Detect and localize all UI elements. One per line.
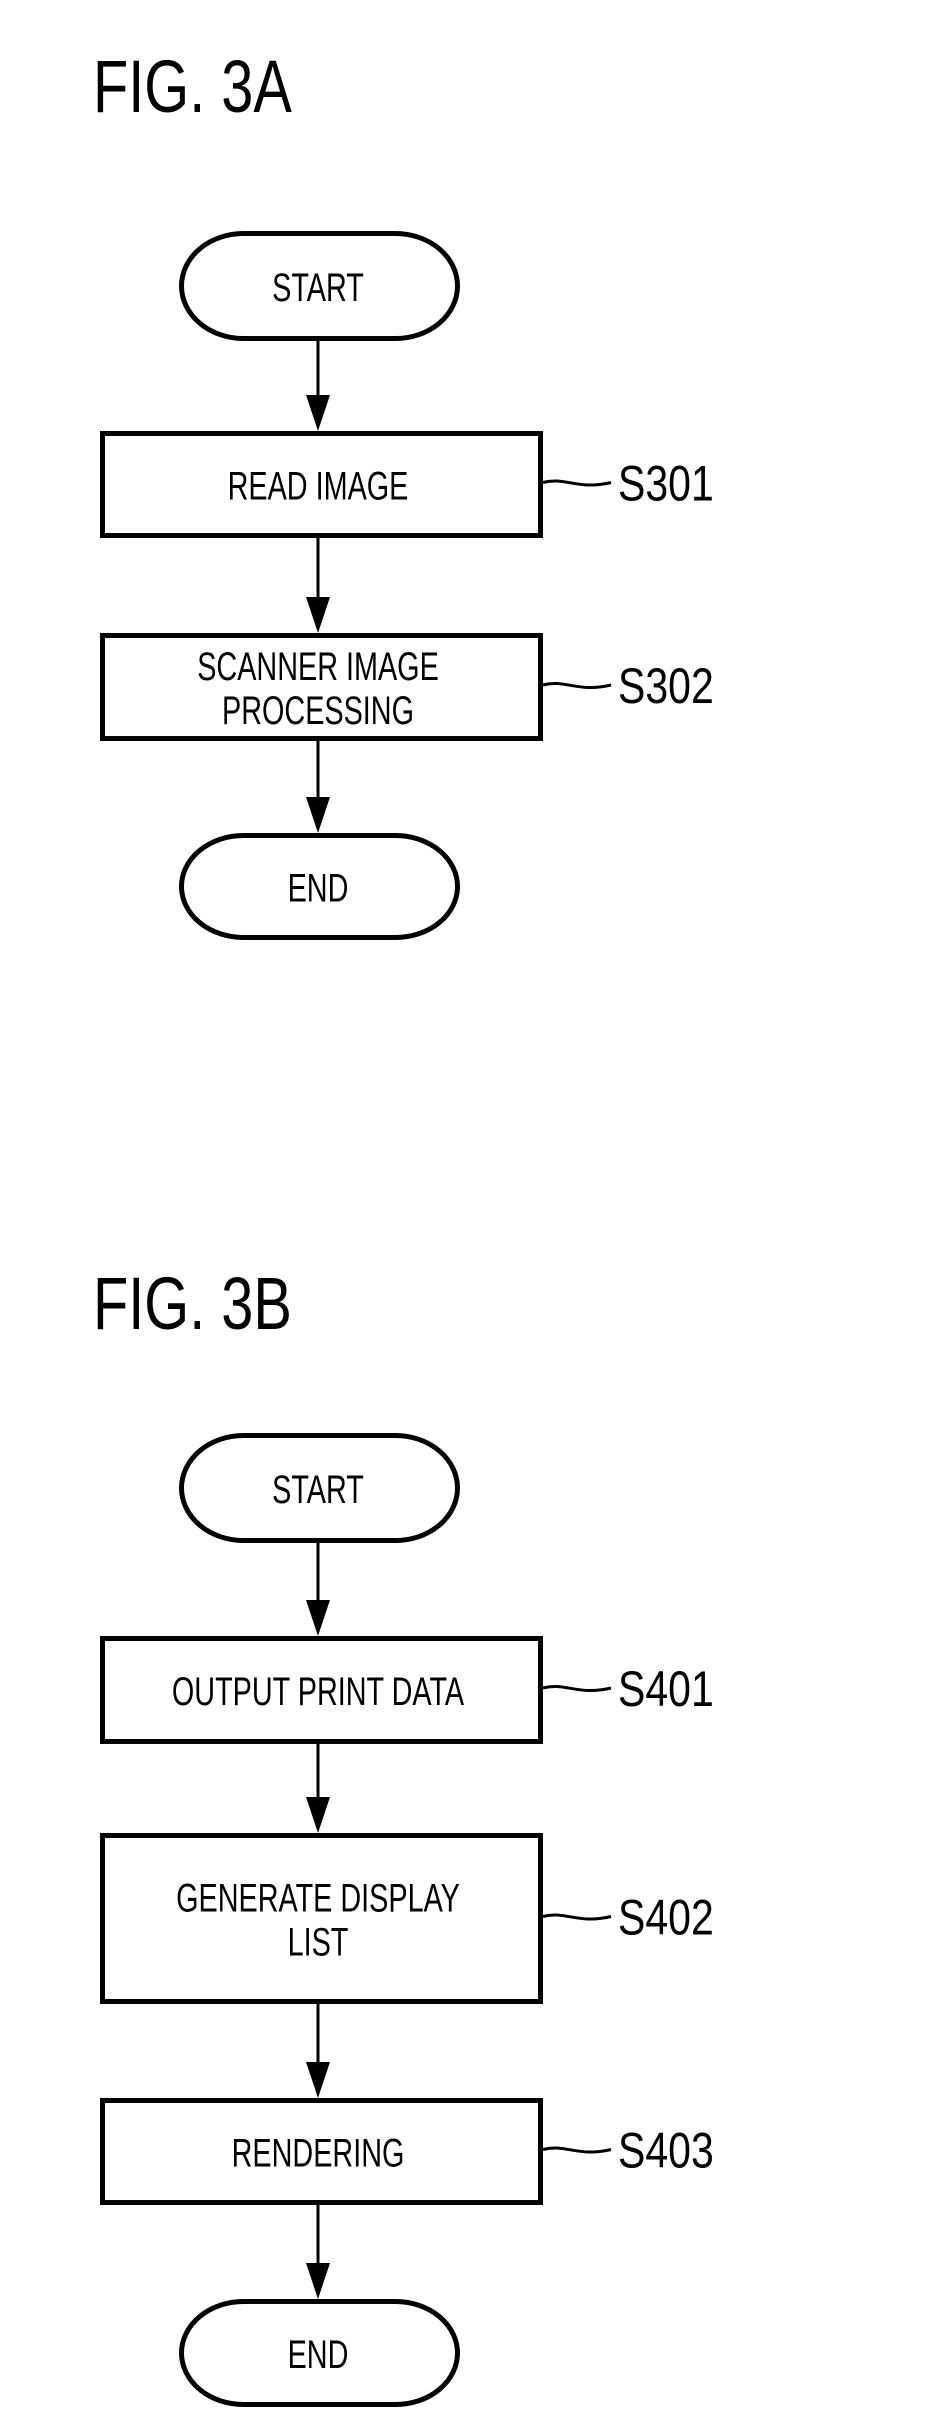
- node-label: RENDERING: [232, 2131, 405, 2176]
- arrowhead-icon: [306, 2062, 330, 2098]
- arrowhead-icon: [306, 597, 330, 633]
- node-label: START: [272, 1467, 364, 1512]
- step-label: S401: [618, 1661, 714, 1717]
- arrowhead-icon: [306, 1600, 330, 1636]
- figure-title: FIG. 3B: [93, 1263, 292, 1346]
- node-label: GENERATE DISPLAY: [176, 1876, 460, 1921]
- node-label: END: [288, 866, 349, 911]
- node-label: LIST: [288, 1920, 349, 1965]
- node-label: READ IMAGE: [228, 464, 409, 509]
- node-label: OUTPUT PRINT DATA: [172, 1669, 465, 1714]
- node-label: PROCESSING: [222, 688, 414, 733]
- step-label: S402: [618, 1890, 714, 1946]
- step-label: S403: [618, 2123, 714, 2179]
- node-label: END: [288, 2332, 349, 2377]
- arrowhead-icon: [306, 2263, 330, 2299]
- arrowhead-icon: [306, 1797, 330, 1833]
- arrowhead-icon: [306, 797, 330, 833]
- figure-3b: FIG. 3B START OUTPUT PRINT DATA S401 GENERAT…: [93, 1263, 714, 2407]
- step-leader-line: [542, 1913, 612, 1921]
- step-leader-line: [542, 2146, 612, 2154]
- node-label: START: [272, 265, 364, 310]
- step-leader-line: [542, 682, 612, 690]
- arrowhead-icon: [306, 395, 330, 431]
- node-label: SCANNER IMAGE: [197, 644, 439, 689]
- flowchart-diagram: FIG. 3A START READ IMAGE S301 SCANNER IMAGEP…: [93, 46, 714, 2407]
- step-label: S301: [618, 456, 714, 512]
- step-leader-line: [542, 1685, 612, 1693]
- step-leader-line: [542, 479, 612, 487]
- step-label: S302: [618, 658, 714, 714]
- figure-3a: FIG. 3A START READ IMAGE S301 SCANNER IMAGEP…: [93, 46, 714, 940]
- figure-title: FIG. 3A: [93, 46, 293, 129]
